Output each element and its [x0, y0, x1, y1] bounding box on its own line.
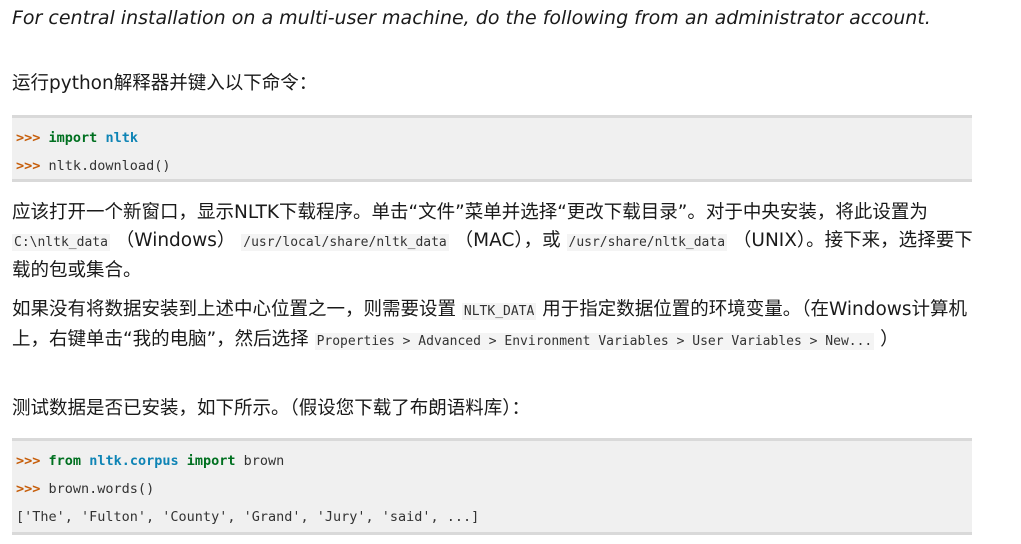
env-variable-paragraph: 如果没有将数据安装到上述中心位置之一，则需要设置 NLTK_DATA 用于指定数…: [12, 296, 974, 356]
code-module: nltk: [105, 130, 138, 146]
intro-text: For central installation on a multi-user…: [12, 7, 931, 29]
text-span: （MAC），或: [448, 230, 567, 251]
run-python-instruction: 运行python解释器并键入以下命令：: [12, 73, 318, 94]
code-keyword: import: [48, 130, 98, 146]
code-line: >>> nltk.download(): [16, 152, 972, 180]
code-module: nltk.corpus: [89, 453, 179, 469]
code-line: >>> brown.words(): [16, 475, 972, 503]
text-span: （Windows）: [109, 230, 242, 251]
code-output: ['The', 'Fulton', 'County', 'Grand', 'Ju…: [16, 509, 480, 525]
text-span: 应该打开一个新窗口，显示NLTK下载程序。单击“文件”菜单并选择“更改下载目录”…: [12, 202, 928, 223]
code-block-test: >>> from nltk.corpus import brown >>> br…: [12, 438, 972, 535]
code-statement: brown.words(): [48, 481, 155, 497]
document-page: For central installation on a multi-user…: [0, 0, 1021, 544]
code-name: brown: [243, 453, 285, 469]
code-line: >>> import nltk: [16, 124, 972, 152]
inline-code-mac-path: /usr/local/share/nltk_data: [241, 234, 449, 251]
text-span: ）: [874, 329, 899, 350]
downloader-paragraph: 应该打开一个新窗口，显示NLTK下载程序。单击“文件”菜单并选择“更改下载目录”…: [12, 199, 974, 285]
inline-code-menu-path: Properties > Advanced > Environment Vari…: [314, 333, 875, 350]
inline-code-unix-path: /usr/share/nltk_data: [566, 234, 728, 251]
code-prompt: >>>: [16, 158, 41, 174]
inline-code-env-var: NLTK_DATA: [461, 303, 537, 320]
code-block-download: >>> import nltk >>> nltk.download(): [12, 115, 972, 182]
code-keyword: import: [186, 453, 236, 469]
test-instruction: 测试数据是否已安装，如下所示。（假设您下载了布朗语料库）：: [12, 398, 531, 419]
code-statement: nltk.download(): [48, 158, 171, 174]
code-keyword: from: [48, 453, 82, 469]
inline-code-windows-path: C:\nltk_data: [12, 234, 110, 251]
code-prompt: >>>: [16, 130, 41, 146]
text-span: 如果没有将数据安装到上述中心位置之一，则需要设置: [12, 299, 462, 320]
code-line: >>> from nltk.corpus import brown: [16, 447, 972, 475]
code-prompt: >>>: [16, 453, 41, 469]
code-prompt: >>>: [16, 481, 41, 497]
